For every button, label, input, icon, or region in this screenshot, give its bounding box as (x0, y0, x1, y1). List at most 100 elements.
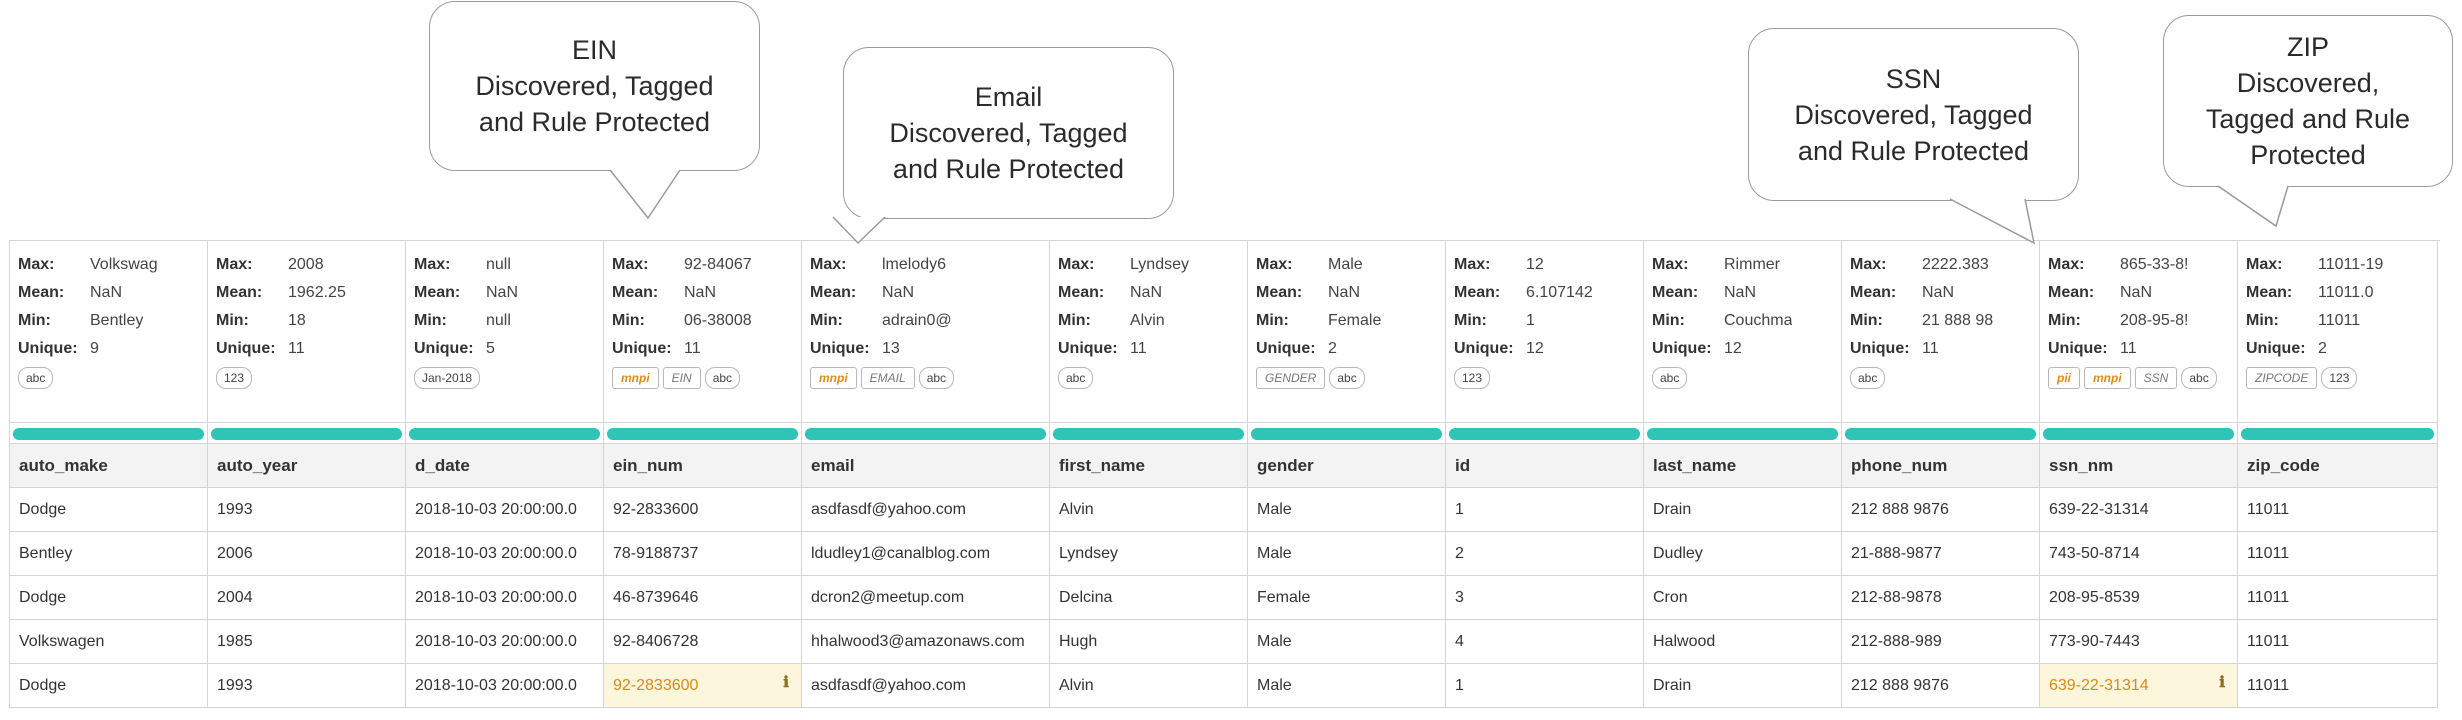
column-distribution-bar[interactable] (607, 428, 798, 440)
column-distribution-bar[interactable] (1647, 428, 1838, 440)
table-cell[interactable]: ldudley1@canalblog.com (802, 532, 1050, 576)
column-distribution-bar[interactable] (13, 428, 204, 440)
table-cell[interactable]: 11011 (2238, 532, 2438, 576)
table-cell[interactable]: Cron (1644, 576, 1842, 620)
tag-ssn[interactable]: SSN (2134, 367, 2178, 389)
table-cell[interactable]: 1985 (208, 620, 406, 664)
column-distribution-bar[interactable] (2043, 428, 2234, 440)
column-header-auto_year[interactable]: auto_year (208, 444, 406, 488)
info-icon[interactable]: ℹ (2219, 673, 2225, 691)
table-cell[interactable]: Dodge (10, 664, 208, 708)
table-cell[interactable]: Drain (1644, 488, 1842, 532)
column-header-last_name[interactable]: last_name (1644, 444, 1842, 488)
table-cell[interactable]: 2018-10-03 20:00:00.0 (406, 664, 604, 708)
column-distribution-bar[interactable] (1845, 428, 2036, 440)
column-header-ssn_nm[interactable]: ssn_nm (2040, 444, 2238, 488)
table-cell[interactable]: dcron2@meetup.com (802, 576, 1050, 620)
table-cell[interactable]: 92-8406728 (604, 620, 802, 664)
table-cell[interactable]: Lyndsey (1050, 532, 1248, 576)
table-cell[interactable]: 4 (1446, 620, 1644, 664)
table-cell[interactable]: 2018-10-03 20:00:00.0 (406, 488, 604, 532)
table-cell[interactable]: 92-2833600 (604, 488, 802, 532)
table-cell[interactable]: Bentley (10, 532, 208, 576)
tag-mnpi[interactable]: mnpi (2084, 367, 2131, 389)
table-cell[interactable]: 639-22-31314 ℹ (2040, 664, 2238, 708)
column-header-first_name[interactable]: first_name (1050, 444, 1248, 488)
table-cell[interactable]: 212-888-989 (1842, 620, 2040, 664)
table-cell[interactable]: asdfasdf@yahoo.com (802, 664, 1050, 708)
tag-gender[interactable]: GENDER (1256, 367, 1326, 389)
table-cell[interactable]: 208-95-8539 (2040, 576, 2238, 620)
table-cell[interactable]: Female (1248, 576, 1446, 620)
tag-123[interactable]: 123 (2321, 367, 2358, 389)
table-cell[interactable]: Volkswagen (10, 620, 208, 664)
table-cell[interactable]: Male (1248, 532, 1446, 576)
table-cell[interactable]: 1993 (208, 664, 406, 708)
table-cell[interactable]: 2018-10-03 20:00:00.0 (406, 620, 604, 664)
table-cell[interactable]: Halwood (1644, 620, 1842, 664)
tag-abc[interactable]: abc (918, 367, 955, 389)
table-cell[interactable]: 212 888 9876 (1842, 664, 2040, 708)
column-distribution-bar[interactable] (409, 428, 600, 440)
tag-pii[interactable]: pii (2048, 367, 2080, 389)
table-cell[interactable]: 11011 (2238, 576, 2438, 620)
table-cell[interactable]: Male (1248, 664, 1446, 708)
column-header-d_date[interactable]: d_date (406, 444, 604, 488)
table-cell[interactable]: 11011 (2238, 620, 2438, 664)
table-cell[interactable]: Alvin (1050, 664, 1248, 708)
column-header-email[interactable]: email (802, 444, 1050, 488)
column-distribution-bar[interactable] (211, 428, 402, 440)
tag-abc[interactable]: abc (1329, 367, 1365, 389)
table-cell[interactable]: Dodge (10, 488, 208, 532)
table-cell[interactable]: 2 (1446, 532, 1644, 576)
table-cell[interactable]: hhalwood3@amazonaws.com (802, 620, 1050, 664)
table-cell[interactable]: 1993 (208, 488, 406, 532)
tag-123[interactable]: 123 (1454, 367, 1491, 389)
table-cell[interactable]: 3 (1446, 576, 1644, 620)
tag-abc[interactable]: abc (2181, 367, 2217, 389)
table-cell[interactable]: 92-2833600 ℹ (604, 664, 802, 708)
table-cell[interactable]: Alvin (1050, 488, 1248, 532)
tag-123[interactable]: 123 (216, 367, 253, 389)
tag-abc[interactable]: abc (704, 367, 741, 389)
column-distribution-bar[interactable] (1449, 428, 1640, 440)
tag-mnpi[interactable]: mnpi (612, 367, 659, 389)
table-cell[interactable]: 212-88-9878 (1842, 576, 2040, 620)
table-cell[interactable]: 46-8739646 (604, 576, 802, 620)
table-cell[interactable]: 2004 (208, 576, 406, 620)
table-cell[interactable]: 21-888-9877 (1842, 532, 2040, 576)
table-cell[interactable]: Male (1248, 620, 1446, 664)
tag-abc[interactable]: abc (1850, 367, 1886, 389)
table-cell[interactable]: 1 (1446, 664, 1644, 708)
tag-ein[interactable]: EIN (662, 367, 701, 389)
tag-abc[interactable]: abc (1652, 367, 1688, 389)
table-cell[interactable]: Male (1248, 488, 1446, 532)
table-cell[interactable]: 1 (1446, 488, 1644, 532)
column-distribution-bar[interactable] (1053, 428, 1244, 440)
table-cell[interactable]: 2006 (208, 532, 406, 576)
table-cell[interactable]: Dudley (1644, 532, 1842, 576)
tag-jan-2018[interactable]: Jan-2018 (414, 367, 481, 389)
tag-mnpi[interactable]: mnpi (810, 367, 857, 389)
column-distribution-bar[interactable] (2241, 428, 2434, 440)
table-cell[interactable]: 2018-10-03 20:00:00.0 (406, 576, 604, 620)
table-cell[interactable]: 11011 (2238, 488, 2438, 532)
tag-abc[interactable]: abc (1058, 367, 1094, 389)
column-header-id[interactable]: id (1446, 444, 1644, 488)
table-cell[interactable]: 11011 (2238, 664, 2438, 708)
column-header-ein_num[interactable]: ein_num (604, 444, 802, 488)
table-cell[interactable]: 773-90-7443 (2040, 620, 2238, 664)
column-header-gender[interactable]: gender (1248, 444, 1446, 488)
table-cell[interactable]: 743-50-8714 (2040, 532, 2238, 576)
info-icon[interactable]: ℹ (783, 673, 789, 691)
table-cell[interactable]: 212 888 9876 (1842, 488, 2040, 532)
table-cell[interactable]: 2018-10-03 20:00:00.0 (406, 532, 604, 576)
column-header-zip_code[interactable]: zip_code (2238, 444, 2438, 488)
column-header-auto_make[interactable]: auto_make (10, 444, 208, 488)
table-cell[interactable]: Hugh (1050, 620, 1248, 664)
table-cell[interactable]: asdfasdf@yahoo.com (802, 488, 1050, 532)
column-distribution-bar[interactable] (1251, 428, 1442, 440)
tag-zipcode[interactable]: ZIPCODE (2246, 367, 2318, 389)
tag-email[interactable]: EMAIL (860, 367, 915, 389)
tag-abc[interactable]: abc (18, 367, 54, 389)
